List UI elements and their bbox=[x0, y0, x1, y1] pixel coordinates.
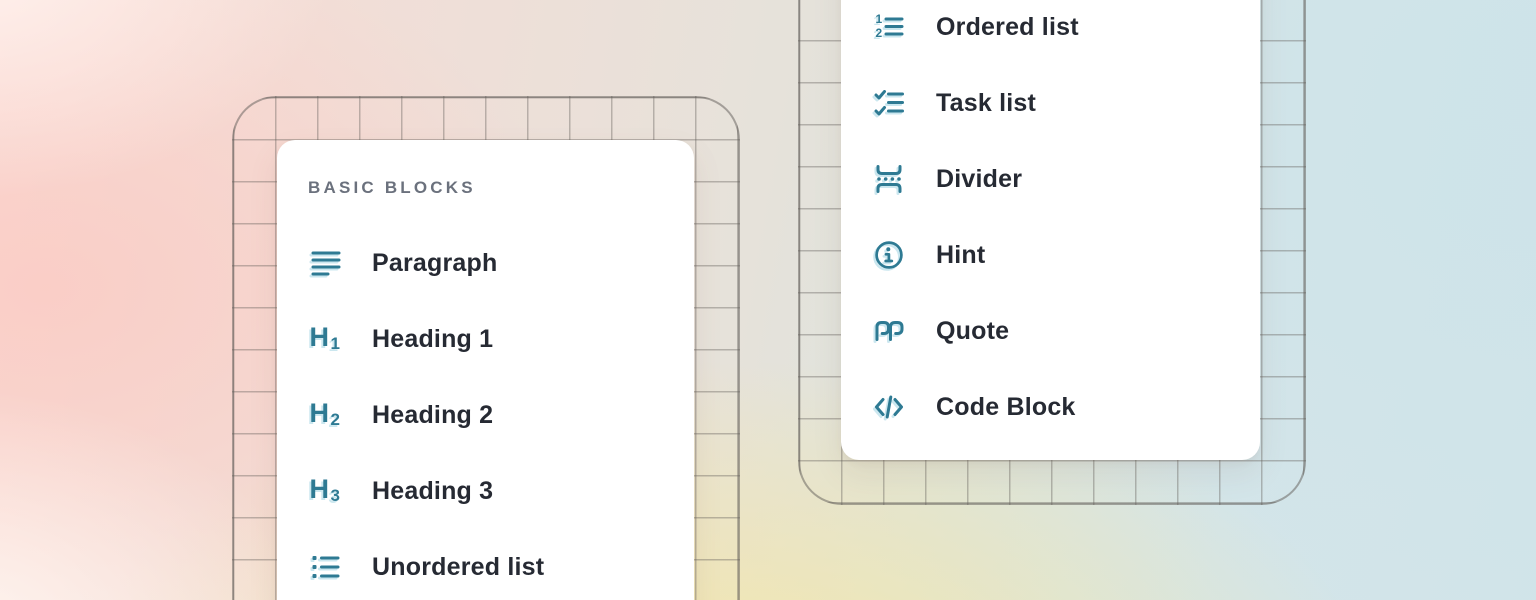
menu-item-heading-3[interactable]: H3 Heading 3 bbox=[277, 453, 694, 529]
ordered-list-icon: 1 2 bbox=[872, 11, 905, 43]
svg-text:2: 2 bbox=[875, 26, 882, 40]
menu-item-label: Heading 1 bbox=[372, 325, 493, 354]
menu-item-label: Divider bbox=[936, 165, 1022, 194]
menu-item-label: Quote bbox=[936, 317, 1009, 346]
menu-item-ordered-list[interactable]: 1 2 Ordered list bbox=[841, 0, 1260, 65]
menu-item-label: Ordered list bbox=[936, 13, 1079, 42]
menu-item-quote[interactable]: Quote bbox=[841, 293, 1260, 369]
heading-1-icon: H1 bbox=[308, 323, 341, 355]
task-list-icon bbox=[872, 87, 905, 119]
heading-2-icon: H2 bbox=[308, 399, 341, 431]
menu-item-label: Heading 2 bbox=[372, 401, 493, 430]
quote-icon bbox=[872, 315, 905, 347]
menu-item-hint[interactable]: Hint bbox=[841, 217, 1260, 293]
paragraph-icon bbox=[308, 247, 341, 279]
menu-item-label: Heading 3 bbox=[372, 477, 493, 506]
unordered-list-icon bbox=[308, 551, 341, 583]
menu-item-task-list[interactable]: Task list bbox=[841, 65, 1260, 141]
menu-item-label: Task list bbox=[936, 89, 1036, 118]
menu-item-code-block[interactable]: Code Block bbox=[841, 369, 1260, 445]
menu-item-divider[interactable]: Divider bbox=[841, 141, 1260, 217]
section-label: BASIC BLOCKS bbox=[308, 176, 694, 200]
code-block-icon bbox=[872, 391, 905, 423]
menu-item-unordered-list[interactable]: Unordered list bbox=[277, 529, 694, 600]
menu-item-label: Unordered list bbox=[372, 553, 544, 582]
editor-block-menu-illustration: BASIC BLOCKS Paragraph H1 Heading 1 H2 bbox=[0, 0, 1536, 600]
basic-blocks-menu-card: BASIC BLOCKS Paragraph H1 Heading 1 H2 bbox=[277, 140, 694, 600]
divider-icon bbox=[872, 163, 905, 195]
menu-item-label: Paragraph bbox=[372, 249, 497, 278]
blocks-menu-card-2: 1 2 Ordered list Task list bbox=[841, 0, 1260, 460]
menu-item-paragraph[interactable]: Paragraph bbox=[277, 225, 694, 301]
heading-3-icon: H3 bbox=[308, 475, 341, 507]
menu-item-heading-1[interactable]: H1 Heading 1 bbox=[277, 301, 694, 377]
hint-icon bbox=[872, 239, 905, 271]
svg-text:1: 1 bbox=[875, 12, 882, 26]
menu-item-label: Hint bbox=[936, 241, 985, 270]
menu-item-heading-2[interactable]: H2 Heading 2 bbox=[277, 377, 694, 453]
menu-item-label: Code Block bbox=[936, 393, 1076, 422]
